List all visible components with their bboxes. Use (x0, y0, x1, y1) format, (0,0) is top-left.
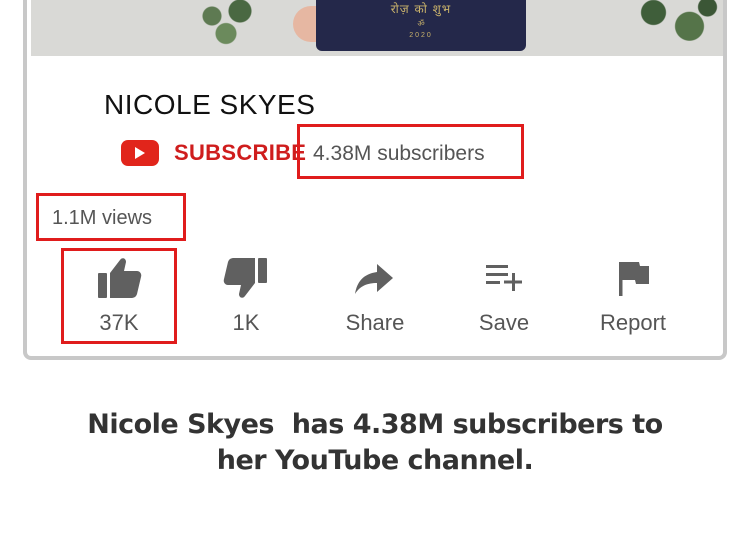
save-button[interactable]: Save (449, 256, 559, 336)
report-button[interactable]: Report (578, 256, 688, 336)
share-label: Share (345, 310, 405, 335)
caption-line-2: her YouTube channel. (216, 445, 534, 476)
dislike-count: 1K (232, 310, 260, 335)
youtube-logo-icon[interactable] (121, 140, 159, 166)
dislike-button[interactable]: 1K (191, 256, 301, 336)
subscriber-highlight-box (297, 124, 524, 179)
subscribe-button[interactable]: SUBSCRIBE (174, 140, 306, 166)
plant-image (191, 0, 261, 46)
flag-icon (619, 262, 649, 296)
views-highlight-box (36, 193, 186, 241)
share-button[interactable]: Share (320, 256, 430, 336)
caption-line-1: Nicole Skyes has 4.38M subscribers to (87, 409, 663, 440)
thumbs-down-icon (223, 258, 267, 298)
plant-image (631, 0, 721, 51)
caption: Nicole Skyes has 4.38M subscribers to he… (0, 407, 750, 479)
share-icon (355, 264, 393, 294)
book-image: रोज़ को शुभ ॐ 2020 (316, 0, 526, 51)
book-title: रोज़ को शुभ (390, 2, 452, 16)
like-highlight-box (61, 248, 177, 344)
report-label: Report (599, 310, 667, 335)
book-subtitle: ॐ (417, 19, 425, 28)
channel-name[interactable]: NICOLE SKYES (104, 89, 315, 121)
save-label: Save (478, 310, 530, 335)
playlist-add-icon (486, 265, 522, 291)
book-year: 2020 (409, 32, 433, 39)
video-thumbnail[interactable]: रोज़ को शुभ ॐ 2020 (31, 0, 723, 56)
